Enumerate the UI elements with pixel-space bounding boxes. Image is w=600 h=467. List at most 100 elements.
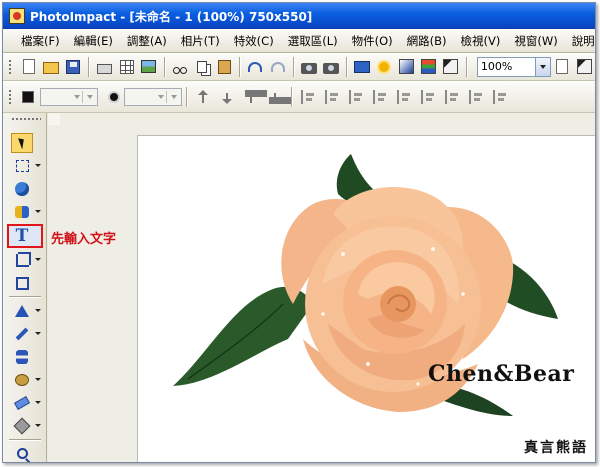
chevron-down-icon bbox=[74, 94, 80, 99]
align-center-v-button[interactable] bbox=[417, 86, 439, 108]
crop-tool[interactable] bbox=[11, 250, 41, 270]
dew-drop bbox=[341, 252, 345, 256]
align-center-h-button[interactable] bbox=[393, 86, 415, 108]
transform-tool[interactable] bbox=[11, 273, 33, 293]
copy-button[interactable] bbox=[192, 56, 212, 78]
align-top-button[interactable] bbox=[345, 86, 367, 108]
send-backward-button[interactable] bbox=[216, 86, 238, 108]
chevron-down-icon bbox=[87, 94, 93, 99]
attribute-toolbar bbox=[3, 81, 595, 113]
arrow-up-icon bbox=[197, 89, 209, 104]
path-tool[interactable] bbox=[11, 301, 41, 321]
circles-icon bbox=[15, 182, 29, 196]
retouch-icon bbox=[15, 374, 29, 386]
brush-dot-icon[interactable] bbox=[110, 92, 118, 101]
grid-button[interactable] bbox=[116, 56, 136, 78]
send-to-back-button[interactable] bbox=[264, 86, 291, 108]
menu-selection[interactable]: 選取區(L) bbox=[281, 31, 345, 51]
color-swatch[interactable] bbox=[22, 90, 34, 103]
menu-window[interactable]: 視窗(W) bbox=[507, 31, 564, 51]
menu-edit[interactable]: 編輯(E) bbox=[67, 31, 120, 51]
photo-icon bbox=[141, 60, 157, 73]
menu-view[interactable]: 檢視(V) bbox=[454, 31, 508, 51]
chevron-down-icon bbox=[539, 64, 546, 69]
menu-adjust[interactable]: 調整(A) bbox=[120, 31, 174, 51]
text-tool[interactable]: T bbox=[11, 226, 33, 246]
opacity-spinbox[interactable] bbox=[124, 87, 182, 106]
effect-button[interactable] bbox=[419, 56, 439, 78]
scanner-button[interactable] bbox=[321, 56, 341, 78]
toolbar-separator bbox=[291, 86, 292, 107]
layer-button[interactable] bbox=[552, 56, 572, 78]
selection-tool[interactable] bbox=[11, 156, 41, 176]
sun-button[interactable] bbox=[374, 56, 394, 78]
pick-tool[interactable] bbox=[11, 133, 33, 153]
mask-tool[interactable] bbox=[11, 179, 33, 199]
signature-text: 真言熊語 bbox=[524, 440, 588, 456]
menu-object[interactable]: 物件(O) bbox=[345, 31, 400, 51]
align-left-button[interactable] bbox=[297, 86, 319, 108]
stamp-icon bbox=[16, 350, 28, 364]
menu-effect[interactable]: 特效(C) bbox=[227, 31, 281, 51]
monitor-button[interactable] bbox=[352, 56, 372, 78]
dew-drop bbox=[366, 362, 370, 366]
grid-icon bbox=[119, 59, 134, 74]
paint-tool[interactable] bbox=[11, 324, 41, 344]
zoom-dropdown-arrow[interactable] bbox=[534, 57, 550, 76]
menu-photo[interactable]: 相片(T) bbox=[174, 31, 227, 51]
distribute-v-icon bbox=[493, 89, 507, 104]
chevron-down-icon bbox=[35, 309, 41, 312]
camera-button[interactable] bbox=[299, 56, 319, 78]
marquee-icon bbox=[15, 160, 29, 172]
photo-button[interactable] bbox=[139, 56, 159, 78]
menu-help[interactable]: 說明(H) bbox=[565, 31, 595, 51]
cut-button[interactable] bbox=[170, 56, 190, 78]
retouch-tool[interactable] bbox=[11, 370, 41, 390]
bring-forward-button[interactable] bbox=[192, 86, 214, 108]
toolpanel-grip[interactable] bbox=[11, 117, 41, 121]
eraser-tool[interactable] bbox=[11, 393, 41, 413]
gradient-button[interactable] bbox=[396, 56, 416, 78]
menu-file[interactable]: 檔案(F) bbox=[14, 31, 67, 51]
align-center-button[interactable] bbox=[441, 86, 463, 108]
standard-toolbar: 100% bbox=[3, 53, 595, 81]
open-icon bbox=[42, 62, 59, 74]
paint-button[interactable] bbox=[574, 56, 594, 78]
bring-to-front-button[interactable] bbox=[240, 86, 267, 108]
paste-icon bbox=[217, 59, 231, 74]
zoom-select[interactable]: 100% bbox=[476, 56, 551, 77]
image-canvas[interactable]: Chen&Bear 真言熊語 bbox=[137, 135, 595, 462]
fill-tool[interactable] bbox=[11, 416, 41, 436]
toolbar-grip[interactable] bbox=[8, 88, 12, 105]
distribute-h-button[interactable] bbox=[465, 86, 487, 108]
distribute-h-icon bbox=[469, 89, 483, 104]
clone-tool[interactable] bbox=[11, 347, 33, 367]
brush-button[interactable] bbox=[441, 56, 461, 78]
shape-tool[interactable] bbox=[11, 202, 41, 222]
redo-button[interactable] bbox=[267, 56, 287, 78]
undo-button[interactable] bbox=[245, 56, 265, 78]
align-right-button[interactable] bbox=[321, 86, 343, 108]
paste-button[interactable] bbox=[214, 56, 234, 78]
brand-text: Chen&Bear bbox=[428, 361, 575, 387]
arrow-down-icon bbox=[221, 90, 233, 104]
toolbar-grip[interactable] bbox=[8, 58, 12, 75]
print-button[interactable] bbox=[94, 56, 114, 78]
open-button[interactable] bbox=[41, 56, 61, 78]
app-icon[interactable] bbox=[9, 8, 25, 24]
save-button[interactable] bbox=[63, 56, 83, 78]
dew-drop bbox=[416, 382, 420, 386]
distribute-v-button[interactable] bbox=[489, 86, 511, 108]
zoom-value: 100% bbox=[480, 60, 513, 73]
align-center-h-icon bbox=[397, 89, 411, 104]
zoom-tool[interactable] bbox=[11, 443, 33, 462]
align-left-icon bbox=[301, 89, 315, 104]
new-button[interactable] bbox=[19, 56, 39, 78]
chevron-down-icon bbox=[158, 94, 164, 99]
align-right-icon bbox=[325, 89, 339, 104]
align-bottom-button[interactable] bbox=[369, 86, 391, 108]
size-spinbox[interactable] bbox=[40, 87, 98, 106]
menu-web[interactable]: 網路(B) bbox=[400, 31, 454, 51]
title-bar[interactable]: PhotoImpact - [未命名 - 1 (100%) 750x550] bbox=[3, 3, 595, 29]
zoom-icon bbox=[16, 447, 28, 459]
